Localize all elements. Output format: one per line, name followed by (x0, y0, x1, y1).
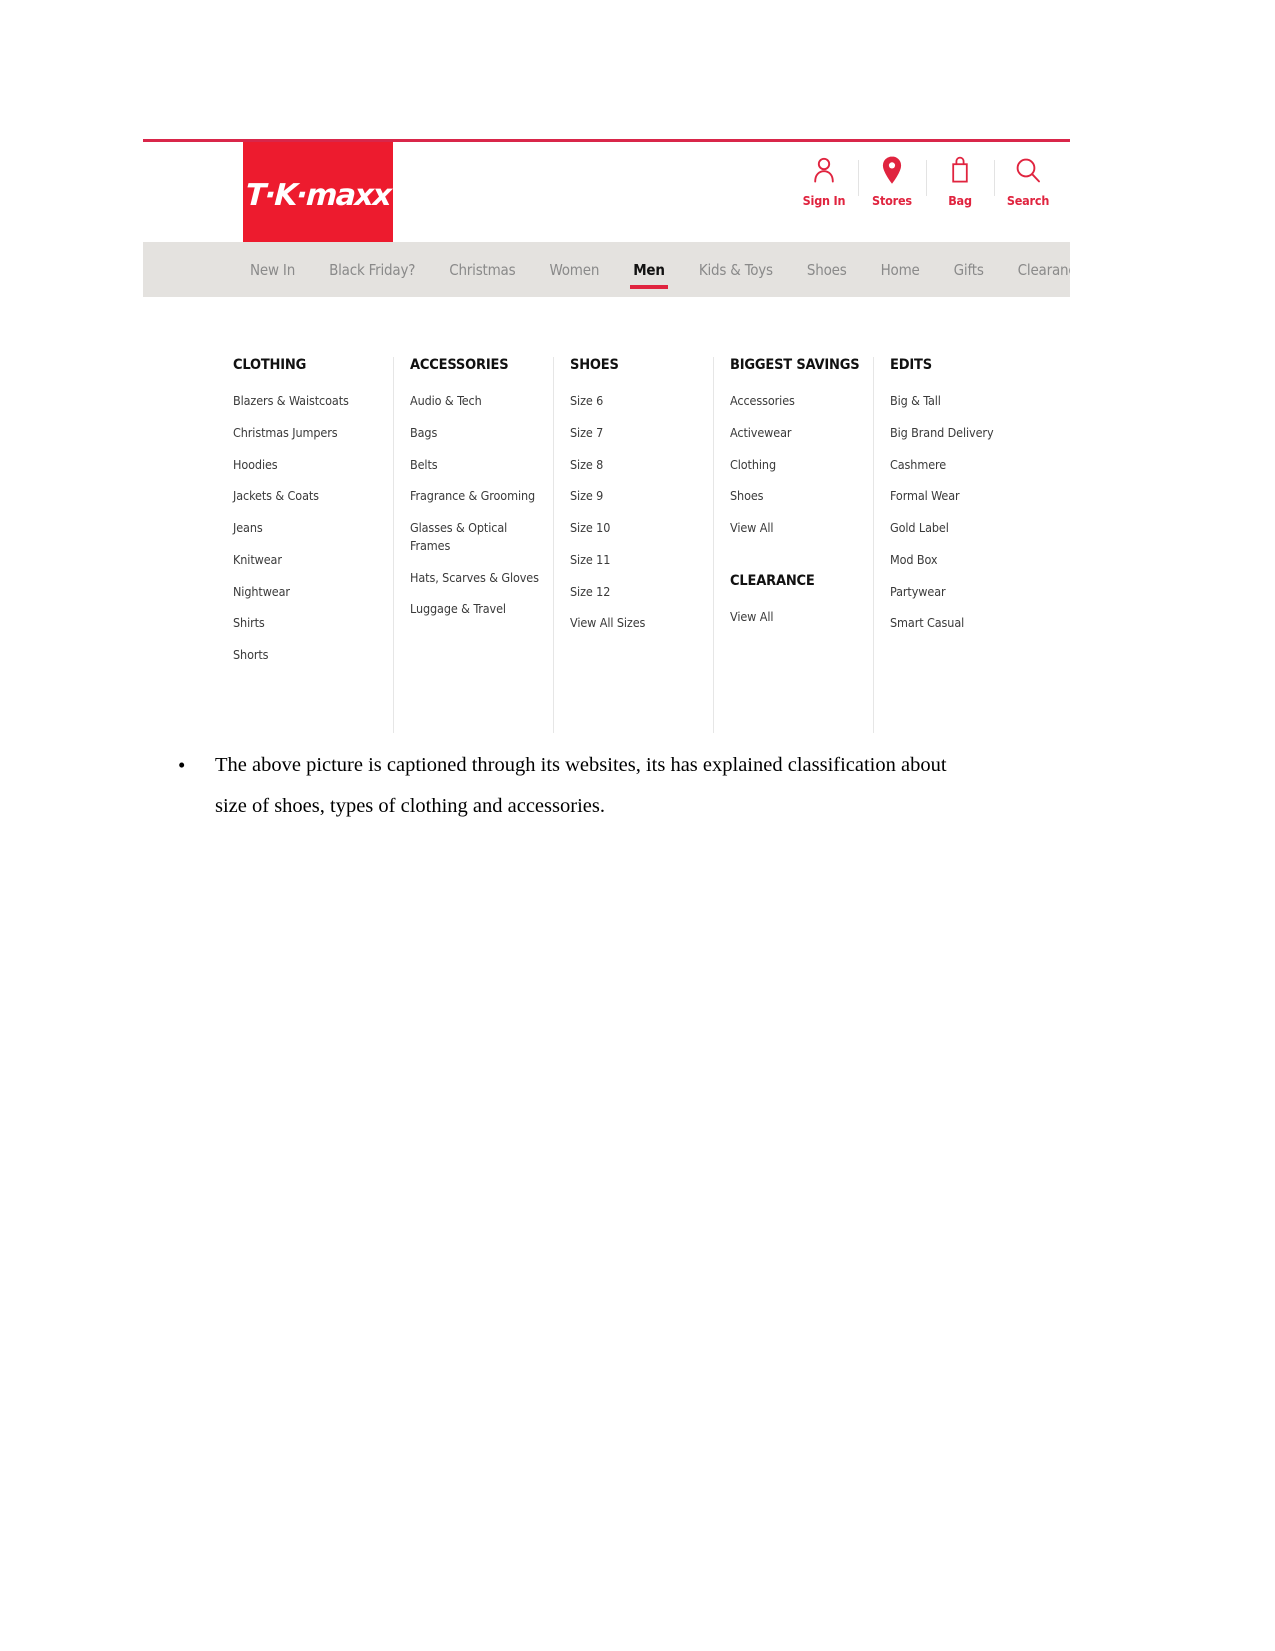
mega-link-shorts[interactable]: Shorts (233, 646, 379, 664)
bag-button[interactable]: Bag (926, 154, 994, 208)
site-header: T·K·maxx Sign In Stores Bag Search (143, 142, 1070, 245)
mega-link-hoodies[interactable]: Hoodies (233, 456, 379, 474)
caption-line-2: size of shoes, types of clothing and acc… (215, 795, 605, 817)
mega-link-savings-view-all[interactable]: View All (730, 519, 859, 537)
mega-column-shoes: SHOES Size 6 Size 7 Size 8 Size 9 Size 1… (553, 357, 713, 733)
nav-item-women[interactable]: Women (532, 242, 616, 297)
shopping-bag-icon (949, 154, 971, 186)
mega-link-knitwear[interactable]: Knitwear (233, 551, 379, 569)
stores-label: Stores (872, 193, 912, 208)
mega-link-size-6[interactable]: Size 6 (570, 392, 699, 410)
mega-link-bags[interactable]: Bags (410, 424, 539, 442)
nav-item-kids-and-toys[interactable]: Kids & Toys (682, 242, 790, 297)
mega-link-luggage-travel[interactable]: Luggage & Travel (410, 600, 539, 618)
mega-link-smart-casual[interactable]: Smart Casual (890, 614, 1019, 632)
location-pin-icon (882, 154, 902, 186)
nav-item-home[interactable]: Home (864, 242, 937, 297)
search-label: Search (1006, 193, 1050, 208)
mega-link-partywear[interactable]: Partywear (890, 583, 1019, 601)
mega-link-nightwear[interactable]: Nightwear (233, 583, 379, 601)
mega-menu-panel: CLOTHING Blazers & Waistcoats Christmas … (143, 297, 1070, 733)
caption-text: The above picture is captioned through i… (215, 745, 1075, 827)
mega-link-savings-accessories[interactable]: Accessories (730, 392, 859, 410)
mega-column-edits: EDITS Big & Tall Big Brand Delivery Cash… (873, 357, 1033, 733)
user-icon (812, 154, 836, 186)
mega-link-savings-activewear[interactable]: Activewear (730, 424, 859, 442)
mega-heading-accessories: ACCESSORIES (410, 357, 509, 373)
mega-link-size-11[interactable]: Size 11 (570, 551, 699, 569)
tkmaxx-logo[interactable]: T·K·maxx (243, 142, 393, 245)
mega-heading-shoes: SHOES (570, 357, 619, 373)
search-icon (1015, 154, 1041, 186)
utility-navigation: Sign In Stores Bag Search (790, 154, 1062, 232)
mega-link-formal-wear[interactable]: Formal Wear (890, 487, 1019, 505)
mega-link-blazers-waistcoats[interactable]: Blazers & Waistcoats (233, 392, 379, 410)
mega-heading-edits: EDITS (890, 357, 932, 373)
sign-in-label: Sign In (802, 193, 846, 208)
mega-column-accessories: ACCESSORIES Audio & Tech Bags Belts Frag… (393, 357, 553, 733)
search-button[interactable]: Search (994, 154, 1062, 208)
mega-link-size-8[interactable]: Size 8 (570, 456, 699, 474)
tkmaxx-website-screenshot: T·K·maxx Sign In Stores Bag Search New I… (143, 139, 1070, 733)
mega-link-jackets-coats[interactable]: Jackets & Coats (233, 487, 379, 505)
mega-link-jeans[interactable]: Jeans (233, 519, 379, 537)
caption-bullet-block: • The above picture is captioned through… (170, 745, 1075, 827)
stores-button[interactable]: Stores (858, 154, 926, 208)
mega-link-size-12[interactable]: Size 12 (570, 583, 699, 601)
mega-column-biggest-savings: BIGGEST SAVINGS Accessories Activewear C… (713, 357, 873, 733)
nav-item-shoes[interactable]: Shoes (790, 242, 864, 297)
bullet-marker: • (178, 753, 186, 777)
nav-item-new-in[interactable]: New In (233, 242, 312, 297)
mega-heading-biggest-savings: BIGGEST SAVINGS (730, 357, 860, 373)
nav-item-gifts[interactable]: Gifts (937, 242, 1001, 297)
mega-link-mod-box[interactable]: Mod Box (890, 551, 1019, 569)
mega-link-christmas-jumpers[interactable]: Christmas Jumpers (233, 424, 379, 442)
mega-column-clothing: CLOTHING Blazers & Waistcoats Christmas … (233, 357, 393, 733)
bag-label: Bag (948, 193, 972, 208)
mega-link-gold-label[interactable]: Gold Label (890, 519, 1019, 537)
nav-item-black-friday[interactable]: Black Friday? (312, 242, 432, 297)
mega-link-cashmere[interactable]: Cashmere (890, 456, 1019, 474)
main-navigation-list: New In Black Friday? Christmas Women Men… (233, 242, 1070, 297)
nav-item-clearance[interactable]: Clearance (1001, 242, 1070, 297)
logo-wordmark: T·K·maxx (244, 178, 392, 213)
mega-heading-clothing: CLOTHING (233, 357, 307, 373)
nav-item-christmas[interactable]: Christmas (432, 242, 532, 297)
main-navigation-bar: New In Black Friday? Christmas Women Men… (143, 242, 1070, 297)
mega-link-glasses-optical-frames[interactable]: Glasses & Optical Frames (410, 519, 539, 555)
mega-link-hats-scarves-gloves[interactable]: Hats, Scarves & Gloves (410, 569, 539, 587)
mega-link-shirts[interactable]: Shirts (233, 614, 379, 632)
mega-link-belts[interactable]: Belts (410, 456, 539, 474)
mega-link-savings-shoes[interactable]: Shoes (730, 487, 859, 505)
caption-line-1: The above picture is captioned through i… (215, 754, 947, 776)
mega-link-clearance-view-all[interactable]: View All (730, 608, 859, 626)
mega-link-size-7[interactable]: Size 7 (570, 424, 699, 442)
mega-link-view-all-sizes[interactable]: View All Sizes (570, 614, 699, 632)
nav-item-men[interactable]: Men (616, 242, 682, 297)
mega-link-big-and-tall[interactable]: Big & Tall (890, 392, 1019, 410)
mega-heading-clearance: CLEARANCE (730, 572, 815, 589)
mega-link-big-brand-delivery[interactable]: Big Brand Delivery (890, 424, 1019, 442)
mega-link-fragrance-grooming[interactable]: Fragrance & Grooming (410, 487, 539, 505)
mega-link-audio-tech[interactable]: Audio & Tech (410, 392, 539, 410)
mega-link-savings-clothing[interactable]: Clothing (730, 456, 859, 474)
mega-link-size-9[interactable]: Size 9 (570, 487, 699, 505)
mega-link-size-10[interactable]: Size 10 (570, 519, 699, 537)
sign-in-button[interactable]: Sign In (790, 154, 858, 208)
bullet-row: • The above picture is captioned through… (170, 745, 1075, 827)
document-page: T·K·maxx Sign In Stores Bag Search New I… (0, 0, 1275, 1651)
